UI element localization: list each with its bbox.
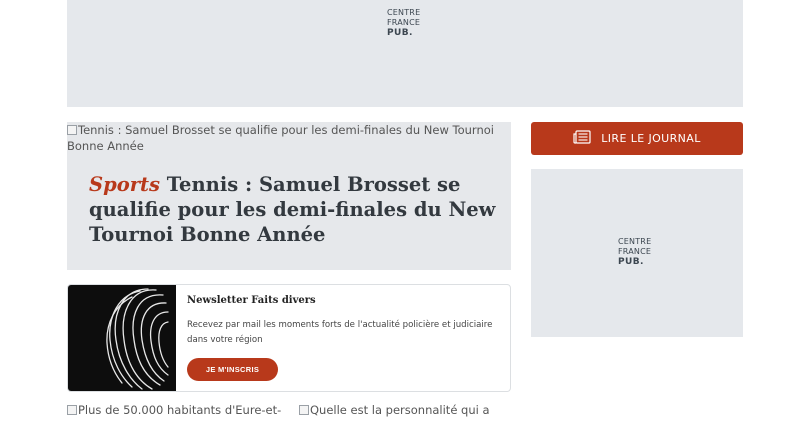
read-newspaper-label: LIRE LE JOURNAL <box>601 132 701 145</box>
newspaper-icon <box>573 130 591 147</box>
article-image-alt-text: Quelle est la personnalité qui a <box>310 403 490 417</box>
newsletter-card: Newsletter Faits divers Recevez par mail… <box>67 284 511 392</box>
centre-france-pub-logo: CENTRE FRANCE PUB. <box>387 8 420 38</box>
newsletter-description: Recevez par mail les moments forts de l'… <box>187 320 493 345</box>
top-ad-banner[interactable]: CENTRE FRANCE PUB. <box>67 0 743 107</box>
logo-line: PUB. <box>387 28 413 38</box>
logo-line: CENTRE <box>387 8 421 17</box>
broken-image-icon <box>67 405 77 415</box>
logo-line: FRANCE <box>618 247 652 256</box>
hero-image-alt-text: Tennis : Samuel Brosset se qualifie pour… <box>67 123 494 153</box>
centre-france-pub-logo: CENTRE FRANCE PUB. <box>618 237 651 267</box>
subscribe-button[interactable]: JE M'INSCRIS <box>187 358 278 381</box>
broken-image-icon <box>299 405 309 415</box>
category-kicker[interactable]: Sports <box>89 173 160 196</box>
logo-line: CENTRE <box>618 237 652 246</box>
article-card-image[interactable]: Quelle est la personnalité qui a <box>299 403 490 417</box>
logo-line: FRANCE <box>387 18 421 27</box>
hero-image[interactable]: Tennis : Samuel Brosset se qualifie pour… <box>67 122 511 154</box>
hero-headline[interactable]: Sports Tennis : Samuel Brosset se qualif… <box>89 172 499 247</box>
article-image-alt-text: Plus de 50.000 habitants d'Eure-et- <box>78 403 282 417</box>
logo-line: PUB. <box>618 257 644 267</box>
broken-image-icon <box>67 125 77 135</box>
fingerprint-image <box>68 285 176 391</box>
sidebar-ad[interactable]: CENTRE FRANCE PUB. <box>531 169 743 337</box>
hero-article[interactable]: Tennis : Samuel Brosset se qualifie pour… <box>67 122 511 270</box>
article-card-image[interactable]: Plus de 50.000 habitants d'Eure-et- <box>67 403 281 417</box>
newsletter-title: Newsletter Faits divers <box>187 295 316 306</box>
read-newspaper-button[interactable]: LIRE LE JOURNAL <box>531 122 743 155</box>
